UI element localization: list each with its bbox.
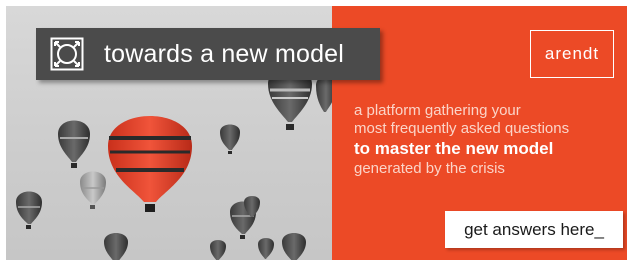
balloon-bottom-center [104,233,128,260]
balloon-light [80,171,106,209]
balloon-bottom-right [258,238,274,259]
promo-banner[interactable]: arendt a platform gathering your most fr… [6,6,627,260]
balloon-bottom-small [210,240,226,260]
expand-frame-icon [50,37,84,71]
get-answers-button[interactable]: get answers here_ [445,211,623,248]
description: a platform gathering your most frequentl… [354,102,626,178]
logo-text: arendt [544,44,600,63]
balloon-bottom-left [16,191,42,229]
description-line-4: generated by the crisis [354,160,505,177]
description-line-3: to master the new model [354,139,554,158]
balloon-top-edge [316,75,332,112]
balloon-left [58,120,90,168]
description-line-1: a platform gathering your [354,102,521,119]
balloon-lower-right-3 [282,233,306,260]
headline-box[interactable]: towards a new model [36,28,380,80]
description-line-2: most frequently asked questions [354,120,570,137]
balloon-red [108,116,192,212]
balloon-mid-small [220,124,240,154]
headline-text: towards a new model [104,40,345,68]
arendt-logo: arendt [530,30,614,78]
